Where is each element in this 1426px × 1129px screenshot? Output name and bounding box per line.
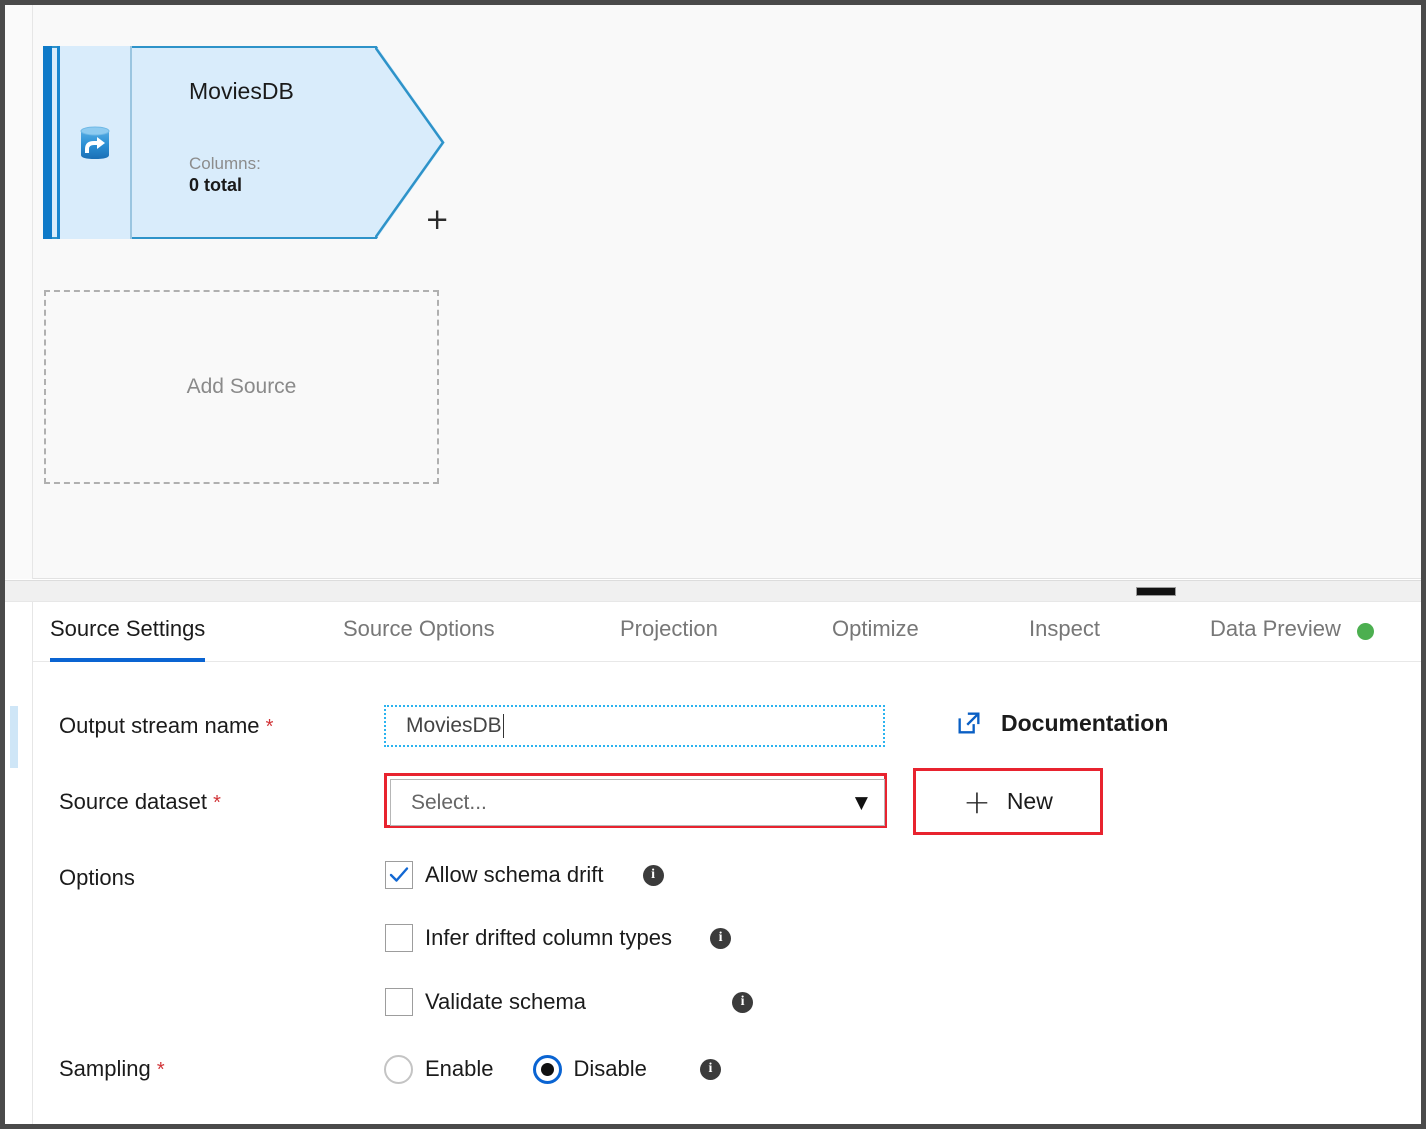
tab-label: Optimize bbox=[832, 616, 919, 641]
panel-left-rail bbox=[5, 662, 33, 1124]
required-marker: * bbox=[213, 792, 221, 814]
tab-label: Projection bbox=[620, 616, 718, 641]
option-label: Allow schema drift bbox=[425, 862, 604, 887]
node-icon-panel bbox=[60, 46, 132, 239]
panel-rail-marker bbox=[10, 706, 18, 768]
tab-inspect[interactable]: Inspect bbox=[1029, 602, 1100, 662]
infer-drifted-column-types-checkbox[interactable] bbox=[385, 924, 413, 952]
tab-label: Source Settings bbox=[50, 616, 206, 641]
info-icon[interactable]: i bbox=[642, 864, 664, 886]
radio-selected-dot bbox=[540, 1062, 554, 1076]
required-marker: * bbox=[265, 716, 274, 738]
new-dataset-button[interactable]: + New bbox=[919, 774, 1097, 829]
label-text: Source dataset bbox=[59, 789, 207, 814]
tab-data-preview[interactable]: Data Preview bbox=[1210, 602, 1374, 662]
new-dataset-highlight: + New bbox=[913, 768, 1103, 835]
text-caret bbox=[502, 714, 504, 738]
option-infer-drifted-column-types[interactable]: Infer drifted column types i bbox=[385, 923, 732, 953]
canvas-left-rail bbox=[5, 5, 33, 579]
chevron-down-icon: ▼ bbox=[854, 792, 868, 813]
tab-source-options[interactable]: Source Options bbox=[343, 602, 495, 662]
node-accent-bar bbox=[43, 46, 52, 239]
node-title: MoviesDB bbox=[189, 78, 294, 104]
panel-splitter[interactable] bbox=[5, 580, 1421, 602]
label-text: Output stream name bbox=[59, 713, 260, 738]
option-label: Infer drifted column types bbox=[425, 925, 673, 950]
dataflow-canvas[interactable]: MoviesDB Columns: 0 total + Add Source bbox=[5, 5, 1421, 579]
source-node-moviesdb[interactable]: MoviesDB Columns: 0 total bbox=[43, 46, 445, 239]
tab-label: Source Options bbox=[343, 616, 495, 641]
options-label: Options bbox=[59, 865, 135, 890]
node-columns-value: 0 total bbox=[189, 175, 243, 196]
external-link-icon bbox=[958, 712, 980, 734]
dataflow-source-editor: MoviesDB Columns: 0 total + Add Source S… bbox=[0, 0, 1426, 1129]
sampling-disable-radio[interactable] bbox=[532, 1054, 562, 1084]
option-validate-schema[interactable]: Validate schema i bbox=[385, 987, 754, 1017]
source-dataset-highlight: Select... ▼ bbox=[384, 773, 887, 828]
info-icon[interactable]: i bbox=[732, 991, 754, 1013]
add-source-placeholder[interactable]: Add Source bbox=[44, 290, 439, 484]
tab-source-settings[interactable]: Source Settings bbox=[50, 602, 206, 662]
tab-optimize[interactable]: Optimize bbox=[832, 602, 919, 662]
tab-projection[interactable]: Projection bbox=[620, 602, 718, 662]
source-dataset-label: Source dataset * bbox=[59, 789, 221, 815]
sampling-radio-group[interactable]: Enable Disable i bbox=[384, 1054, 721, 1084]
info-icon[interactable]: i bbox=[710, 927, 732, 949]
plus-icon: + bbox=[963, 782, 991, 821]
add-source-label: Add Source bbox=[186, 375, 297, 398]
tab-label: Inspect bbox=[1029, 616, 1100, 641]
sampling-enable-label: Enable bbox=[425, 1056, 494, 1081]
new-button-label: New bbox=[1006, 788, 1053, 814]
splitter-drag-handle[interactable] bbox=[1136, 587, 1176, 596]
sampling-label: Sampling * bbox=[59, 1056, 165, 1082]
output-stream-name-value: MoviesDB bbox=[406, 714, 502, 737]
info-icon[interactable]: i bbox=[699, 1058, 721, 1080]
node-columns-label: Columns: bbox=[189, 154, 261, 173]
check-icon bbox=[389, 867, 409, 882]
documentation-label: Documentation bbox=[1001, 709, 1169, 736]
allow-schema-drift-checkbox[interactable] bbox=[385, 861, 413, 889]
documentation-link[interactable]: Documentation bbox=[955, 709, 1168, 737]
validate-schema-checkbox[interactable] bbox=[385, 988, 413, 1016]
label-text: Sampling bbox=[59, 1056, 151, 1081]
sampling-enable-radio[interactable] bbox=[384, 1054, 413, 1084]
tabbar-left-rail bbox=[5, 602, 33, 662]
database-source-icon bbox=[80, 126, 110, 159]
settings-tabbar: Source Settings Source Options Projectio… bbox=[5, 602, 1421, 662]
sampling-disable-label: Disable bbox=[573, 1056, 647, 1081]
node-body: MoviesDB Columns: 0 total bbox=[132, 46, 445, 239]
source-dataset-value: Select... bbox=[411, 790, 487, 814]
add-node-plus-icon[interactable]: + bbox=[425, 205, 449, 234]
data-preview-status-dot bbox=[1356, 623, 1374, 640]
required-marker: * bbox=[156, 1059, 165, 1081]
option-allow-schema-drift[interactable]: Allow schema drift i bbox=[385, 860, 664, 890]
option-label: Validate schema bbox=[425, 989, 587, 1014]
output-stream-name-label: Output stream name * bbox=[59, 713, 273, 739]
tab-label: Data Preview bbox=[1210, 616, 1341, 641]
output-stream-name-input[interactable]: MoviesDB bbox=[384, 705, 885, 747]
source-dataset-dropdown[interactable]: Select... ▼ bbox=[390, 779, 885, 826]
